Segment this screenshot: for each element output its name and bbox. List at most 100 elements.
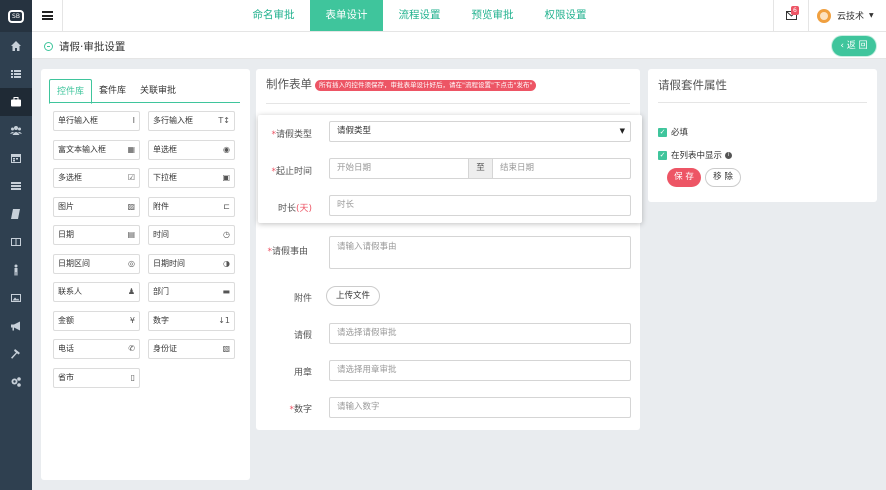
nav-columns[interactable] xyxy=(0,228,32,256)
nav-calendar[interactable] xyxy=(0,144,32,172)
required-checkbox[interactable]: ✓ 必填 xyxy=(658,126,688,138)
tab-naming[interactable]: 命名审批 xyxy=(237,0,310,31)
nav-image[interactable] xyxy=(0,284,32,312)
control-label: 图片 xyxy=(58,201,74,211)
reason-textarea[interactable]: 请输入请假事由 xyxy=(329,236,631,269)
control-label: 电话 xyxy=(58,344,74,353)
remove-button[interactable]: 移 除 xyxy=(705,168,741,187)
control-item[interactable]: 单选框 ◉ xyxy=(148,139,235,160)
control-item[interactable]: 多选框 ☑ xyxy=(53,168,140,188)
leave-approval-select[interactable]: 请选择请假审批 xyxy=(329,323,631,344)
person-icon xyxy=(14,264,18,276)
tab-form-design[interactable]: 表单设计 xyxy=(310,0,383,31)
duration-label: 时长(天) xyxy=(277,204,312,214)
leave-suite-block[interactable]: *请假类型 请假类型 ▼ *起止时间 开始日期 至 结束日期 时长(天) 时长 xyxy=(258,115,642,223)
tab-permissions[interactable]: 权限设置 xyxy=(529,0,602,31)
control-label: 附件 xyxy=(153,201,169,211)
control-item[interactable]: 省市 ▯ xyxy=(53,367,140,388)
nav-users[interactable] xyxy=(0,116,32,144)
nav-megaphone[interactable] xyxy=(0,312,32,340)
upload-file-button[interactable]: 上传文件 xyxy=(326,286,381,306)
number-label: *数字 xyxy=(289,405,312,415)
control-label: 金额 xyxy=(58,315,74,325)
image-icon xyxy=(11,294,21,302)
date-range-input[interactable]: 开始日期 至 结束日期 xyxy=(329,158,631,179)
nav-person[interactable] xyxy=(0,256,32,284)
nav-hammer[interactable] xyxy=(0,340,32,368)
tab-linked-approval[interactable]: 关联审批 xyxy=(133,79,183,103)
nav-briefcase[interactable] xyxy=(0,88,32,116)
seal-approval-select[interactable]: 请选择用章审批 xyxy=(329,360,631,381)
end-date-input[interactable]: 结束日期 xyxy=(493,159,630,178)
duration-input[interactable]: 时长 xyxy=(329,195,631,216)
nav-cogs[interactable] xyxy=(0,368,32,396)
control-label: 多选框 xyxy=(58,173,82,182)
number-input[interactable]: 请输入数字 xyxy=(329,397,631,418)
tab-controls[interactable]: 控件库 xyxy=(49,79,93,104)
control-type-icon: ▯ xyxy=(130,372,135,382)
control-label: 时间 xyxy=(153,230,169,239)
control-item[interactable]: 附件 ⊏ xyxy=(148,196,235,217)
control-type-icon: ¥ xyxy=(129,315,135,325)
control-type-icon: ▬ xyxy=(222,287,230,296)
control-type-icon: ▤ xyxy=(127,230,135,239)
nav-list[interactable] xyxy=(0,60,32,88)
properties-title: 请假套件属性 xyxy=(658,78,727,92)
circle-minus-icon xyxy=(44,42,53,51)
control-item[interactable]: 金额 ¥ xyxy=(53,310,140,331)
control-item[interactable]: 数字 ↓1 xyxy=(148,310,235,331)
check-icon: ✓ xyxy=(658,127,667,137)
control-item[interactable]: 部门 ▬ xyxy=(148,282,235,302)
calendar-icon xyxy=(11,154,21,163)
start-date-input[interactable]: 开始日期 xyxy=(330,159,468,178)
control-label: 部门 xyxy=(153,287,169,296)
nav-book[interactable] xyxy=(0,200,32,228)
book-icon xyxy=(11,209,20,219)
control-item[interactable]: 日期时间 ◑ xyxy=(148,253,235,274)
cogs-icon xyxy=(11,377,21,387)
suite-properties-panel: 请假套件属性 ✓ 必填 ✓ 在列表中显示 i 保 存 移 除 xyxy=(648,69,877,202)
user-menu[interactable]: 云技术 ▼ xyxy=(808,0,886,31)
control-item[interactable]: 联系人 ♟ xyxy=(53,282,140,302)
save-button[interactable]: 保 存 xyxy=(667,168,701,187)
columns-icon xyxy=(11,238,21,246)
megaphone-icon xyxy=(11,321,20,331)
control-type-icon: ▣ xyxy=(222,173,230,182)
tab-preview[interactable]: 预览审批 xyxy=(456,0,529,31)
logo-text: SB xyxy=(8,9,24,23)
control-type-icon: ☑ xyxy=(127,173,135,182)
leave-type-value: 请假类型 xyxy=(337,126,372,136)
control-type-icon: ⊏ xyxy=(223,201,230,211)
briefcase-icon xyxy=(11,97,21,107)
tab-suites[interactable]: 套件库 xyxy=(92,79,133,103)
control-item[interactable]: 身份证 ▧ xyxy=(148,339,235,359)
control-item[interactable]: 富文本输入框 ▦ xyxy=(53,139,140,160)
control-item[interactable]: 时间 ◷ xyxy=(148,225,235,245)
control-item[interactable]: 多行输入框 T↕ xyxy=(148,111,235,131)
control-item[interactable]: 日期区间 ◎ xyxy=(53,253,140,274)
logo[interactable]: SB xyxy=(0,0,32,32)
control-type-icon: ◷ xyxy=(223,230,230,239)
control-label: 联系人 xyxy=(58,287,82,296)
step-tabs: 命名审批 表单设计 流程设置 预览审批 权限设置 xyxy=(237,0,602,31)
mail-button[interactable]: 6 xyxy=(773,0,808,31)
avatar xyxy=(817,8,831,23)
tab-flow[interactable]: 流程设置 xyxy=(383,0,456,31)
list-icon xyxy=(11,70,21,78)
leave-type-select[interactable]: 请假类型 ▼ xyxy=(329,121,631,142)
control-item[interactable]: 图片 ▨ xyxy=(53,196,140,217)
top-bar: 命名审批 表单设计 流程设置 预览审批 权限设置 6 云技术 ▼ xyxy=(32,0,886,32)
page-header: 请假·审批设置 ‹ 返 回 xyxy=(32,32,886,59)
control-item[interactable]: 日期 ▤ xyxy=(53,225,140,245)
info-icon[interactable]: i xyxy=(725,151,733,159)
control-type-icon: ▦ xyxy=(127,144,135,154)
control-item[interactable]: 单行输入框 Ⅰ xyxy=(53,111,140,131)
nav-server[interactable] xyxy=(0,172,32,200)
back-button[interactable]: ‹ 返 回 xyxy=(832,36,876,56)
menu-toggle[interactable] xyxy=(32,0,63,31)
control-item[interactable]: 下拉框 ▣ xyxy=(148,168,235,188)
nav-home[interactable] xyxy=(0,32,32,60)
show-in-list-checkbox[interactable]: ✓ 在列表中显示 i xyxy=(658,149,733,161)
control-item[interactable]: 电话 ✆ xyxy=(53,339,140,359)
control-type-icon: ◎ xyxy=(128,258,135,268)
